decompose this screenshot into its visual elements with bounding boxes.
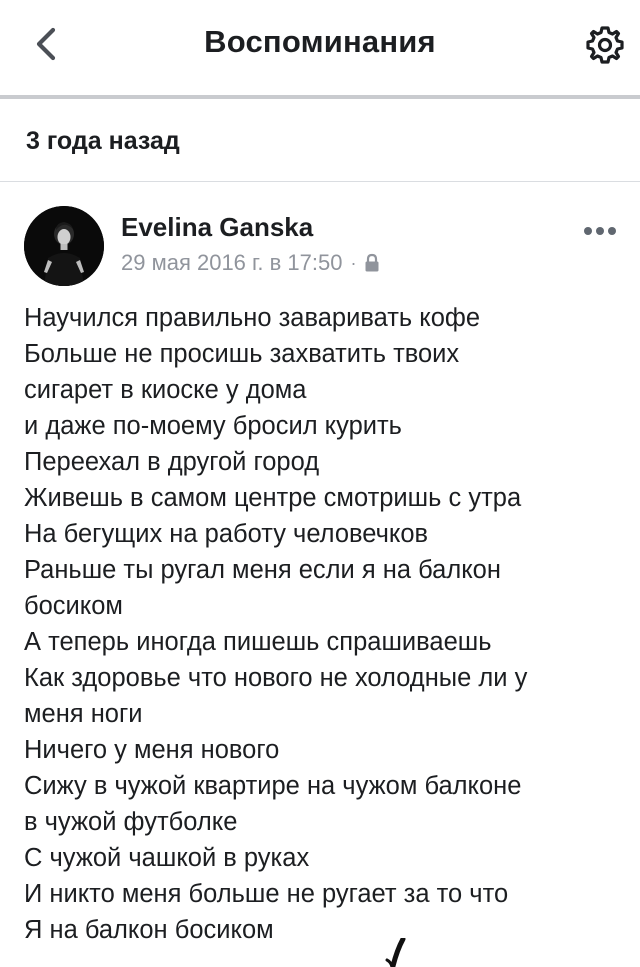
settings-button[interactable] [582, 22, 628, 68]
page-title: Воспоминания [204, 24, 436, 59]
post-date[interactable]: 29 мая 2016 г. в 17:50 [121, 250, 342, 276]
post-text-line: Больше не просишь захватить твоих [24, 340, 460, 368]
section-header: 3 года назад [0, 99, 640, 181]
post-text-line: Живешь в самом центре смотришь с утра [24, 484, 522, 512]
post-text-line: А теперь иногда пишешь спрашиваешь [24, 628, 492, 656]
post-text-line: в чужой футболке [24, 808, 238, 836]
post-text-line: Как здоровье что нового не холодные ли у [24, 664, 528, 692]
post-text-line: меня ноги [24, 700, 143, 728]
lock-icon [365, 253, 379, 272]
handwritten-stroke [385, 938, 406, 967]
post-meta: 29 мая 2016 г. в 17:50 · [121, 250, 380, 276]
post-text-line: С чужой чашкой в руках [24, 844, 310, 872]
post-text-line: На бегущих на работу человечков [24, 520, 429, 548]
section-title: 3 года назад [26, 127, 180, 155]
author-name[interactable]: Evelina Ganska [121, 212, 313, 243]
post-text-line: сигарет в киоске у дома [24, 376, 307, 404]
post-options-button[interactable] [578, 218, 622, 244]
gear-icon [586, 26, 624, 64]
post-text-line: Раньше ты ругал меня если я на балкон [24, 556, 501, 584]
post-text-line: Я на балкон босиком [24, 916, 274, 944]
post-body: Научился правильно заваривать кофе Больше… [24, 300, 624, 948]
post-text-line: Научился правильно заваривать кофе [24, 304, 481, 332]
memory-post: Evelina Ganska 29 мая 2016 г. в 17:50 · … [0, 182, 640, 967]
navigation-bar: Воспоминания [0, 0, 640, 95]
post-text-line: и даже по-моему бросил курить [24, 412, 402, 440]
post-text-line: И никто меня больше не ругает за то что [24, 880, 509, 908]
post-text-line: Сижу в чужой квартире на чужом балконе [24, 772, 522, 800]
profile-photo [24, 206, 104, 286]
avatar[interactable] [24, 206, 104, 286]
meta-separator: · [350, 252, 357, 273]
post-text-line: Ничего у меня нового [24, 736, 280, 764]
post-text-line: босиком [24, 592, 123, 620]
more-dots-icon [584, 227, 616, 235]
post-text-line: Переехал в другой город [24, 448, 320, 476]
